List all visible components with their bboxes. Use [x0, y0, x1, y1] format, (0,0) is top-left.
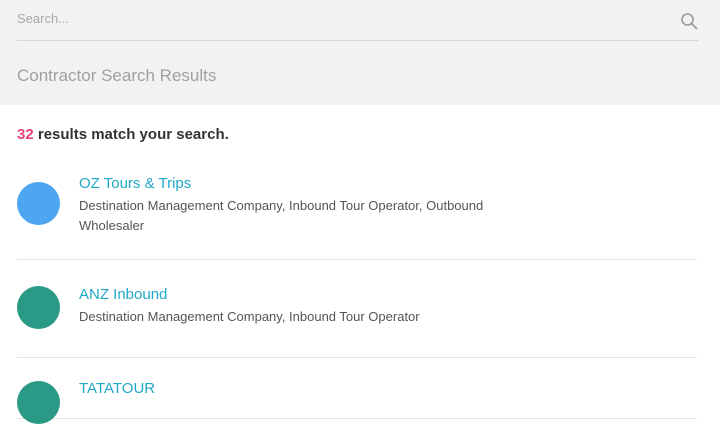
result-description: Destination Management Company, Inbound … [79, 309, 420, 324]
avatar [17, 381, 60, 424]
avatar [17, 182, 60, 225]
results-list: OZ Tours & Trips Destination Management … [17, 163, 697, 424]
search-bar [17, 0, 698, 41]
results-summary-text: results match your search. [33, 126, 229, 143]
result-content: ANZ Inbound Destination Management Compa… [79, 260, 697, 327]
result-item[interactable]: OZ Tours & Trips Destination Management … [17, 163, 697, 260]
results-count: 32 [17, 126, 34, 143]
result-item[interactable]: TATATOUR [17, 358, 697, 424]
search-icon[interactable] [680, 12, 698, 30]
result-description: Destination Management Company, Inbound … [79, 198, 484, 233]
result-name-link[interactable]: OZ Tours & Trips [79, 175, 191, 192]
result-item[interactable]: ANZ Inbound Destination Management Compa… [17, 260, 697, 358]
search-input[interactable] [17, 11, 617, 26]
result-name-link[interactable]: ANZ Inbound [79, 286, 167, 303]
result-name-link[interactable]: TATATOUR [79, 380, 155, 397]
page-title: Contractor Search Results [17, 66, 217, 85]
avatar [17, 286, 60, 329]
results-summary: 32 results match your search. [17, 126, 229, 143]
result-content: TATATOUR [79, 358, 697, 398]
result-content: OZ Tours & Trips Destination Management … [79, 163, 697, 236]
page-header: Contractor Search Results [0, 0, 720, 105]
